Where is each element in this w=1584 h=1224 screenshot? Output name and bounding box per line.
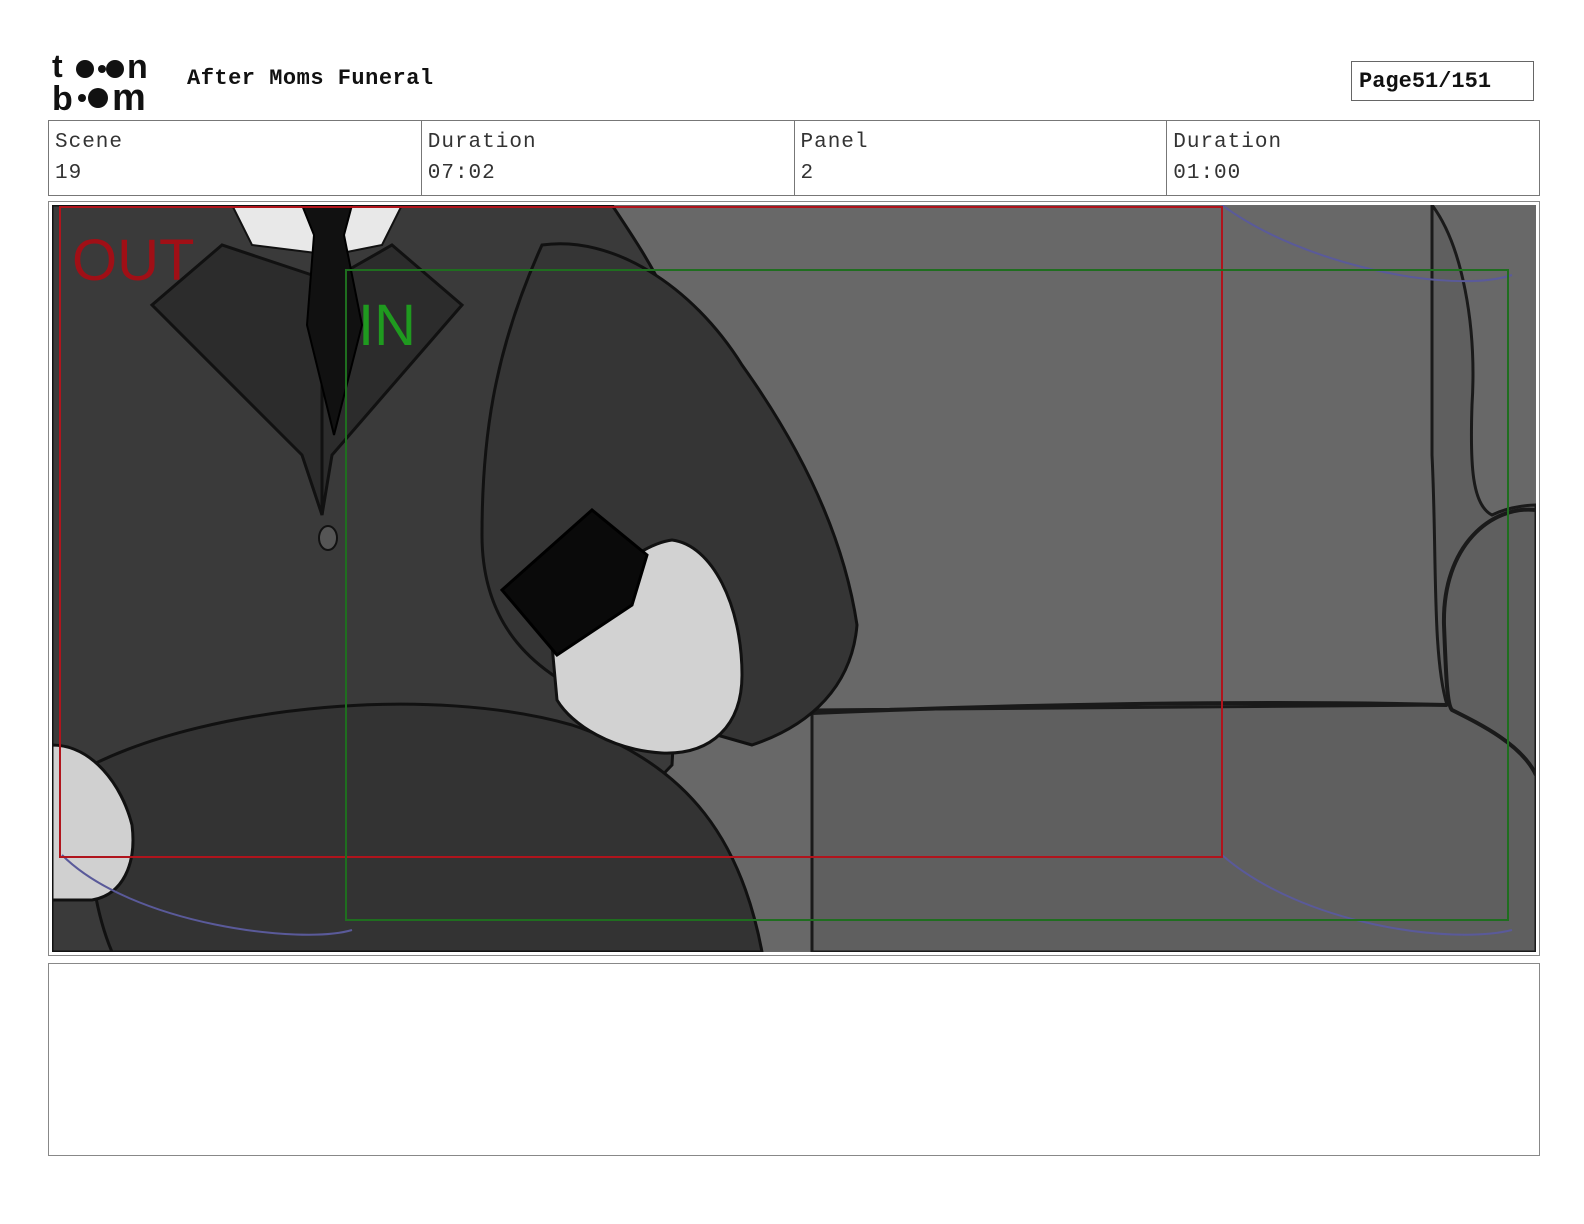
logo-dot <box>76 60 94 78</box>
scene-cell: Scene 19 <box>49 121 422 195</box>
panel-duration-value: 01:00 <box>1173 162 1242 185</box>
jacket-button <box>318 525 338 551</box>
panel-value: 2 <box>800 162 815 185</box>
logo-dot <box>106 60 124 78</box>
page-label: Page <box>1359 68 1412 94</box>
scene-duration-label: Duration <box>427 131 537 154</box>
page-number: 51/151 <box>1411 68 1492 94</box>
scene-duration-value: 07:02 <box>427 162 496 185</box>
out-label: OUT <box>72 228 194 293</box>
logo-dot <box>78 94 86 102</box>
panel-duration-label: Duration <box>1173 131 1283 154</box>
scene-duration-cell: Duration 07:02 <box>422 121 795 195</box>
panel-duration-cell: Duration 01:00 <box>1167 121 1539 195</box>
panel-notes-box <box>48 963 1540 1156</box>
logo-t: t <box>52 50 63 84</box>
in-label: IN <box>358 293 416 358</box>
page-indicator: Page 51/151 <box>1351 61 1534 101</box>
toon-boom-logo: t n b m <box>52 50 148 112</box>
project-title: After Moms Funeral <box>187 66 434 91</box>
logo-m: m <box>112 77 146 112</box>
logo-b: b <box>52 80 73 112</box>
storyboard-panel-drawing: OUT IN <box>52 205 1536 952</box>
scene-value: 19 <box>55 162 83 185</box>
panel-label: Panel <box>800 131 869 154</box>
panel-cell: Panel 2 <box>795 121 1168 195</box>
logo-dot <box>98 65 106 73</box>
scene-label: Scene <box>55 131 124 154</box>
logo-dot <box>88 88 108 108</box>
panel-info-row: Scene 19 Duration 07:02 Panel 2 Duration… <box>48 120 1540 196</box>
